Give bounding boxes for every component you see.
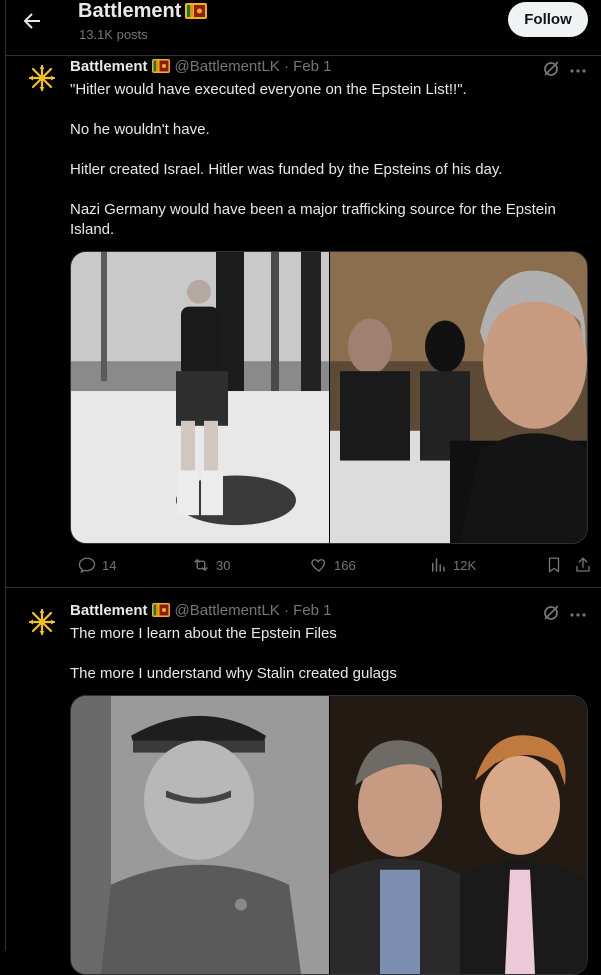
tweet-text-line: The more I understand why Stalin created… [70,665,397,682]
media-photo[interactable] [71,252,329,543]
reply-icon [78,557,96,573]
timeline-column: Battlement 13.1K posts Follow Battlement… [5,0,601,975]
views-button[interactable]: 12K [429,556,476,574]
author-handle[interactable]: @BattlementLK [175,58,280,75]
author-handle[interactable]: @BattlementLK [175,602,280,619]
arrow-left-icon[interactable] [20,9,44,33]
tweet-meta: Battlement @BattlementLK · Feb 1 [70,58,332,75]
repost-count: 30 [216,557,231,573]
like-icon [311,559,326,572]
tweet-meta: Battlement @BattlementLK · Feb 1 [70,602,332,619]
more-icon[interactable] [568,62,588,80]
tweet-text-line: "Hitler would have executed everyone on … [70,81,467,98]
tweet-media[interactable] [70,695,588,975]
like-button[interactable]: 166 [310,556,356,574]
tweet-date[interactable]: · Feb 1 [284,602,332,619]
views-count: 12K [453,557,477,573]
tweet-text-line: Nazi Germany would have been a major tra… [70,201,556,238]
post-count: 13.1K posts [79,27,148,42]
sri-lanka-flag-icon [185,3,208,19]
bookmark-icon[interactable] [545,556,563,574]
repost-icon [194,559,208,571]
author-name[interactable]: Battlement [70,602,148,619]
grok-icon[interactable] [542,60,560,78]
tweet-1[interactable]: Battlement @BattlementLK · Feb 1 "Hitler … [6,56,601,587]
page-title: Battlement [78,0,208,23]
avatar[interactable] [28,64,56,92]
grok-icon[interactable] [542,604,560,622]
reply-button[interactable]: 14 [78,556,116,574]
media-separator [329,696,330,974]
tweet-media[interactable] [70,251,588,544]
media-photo[interactable] [330,696,588,974]
author-name[interactable]: Battlement [70,58,148,75]
sri-lanka-flag-icon [151,603,170,617]
repost-button[interactable]: 30 [192,556,230,574]
tweet-text-line: No he wouldn't have. [70,121,210,138]
tweet-date[interactable]: · Feb 1 [284,58,332,75]
media-photo[interactable] [71,696,329,974]
like-count: 166 [334,557,356,573]
tweet-text-line: The more I learn about the Epstein Files [70,625,337,642]
profile-header: Battlement 13.1K posts Follow [6,0,601,55]
more-icon[interactable] [568,606,588,624]
tweet-actions: 14 30 166 12K [70,556,590,580]
share-icon[interactable] [574,556,592,574]
tweet-2[interactable]: Battlement @BattlementLK · Feb 1 The more… [6,600,601,975]
page-title-text: Battlement [78,0,182,22]
sri-lanka-flag-icon [151,59,170,73]
views-icon [432,558,445,572]
tweet-text-line: Hitler created Israel. Hitler was funded… [70,161,503,178]
media-separator [329,252,330,543]
avatar[interactable] [28,608,56,636]
follow-button[interactable]: Follow [508,2,588,37]
reply-count: 14 [102,557,117,573]
media-photo[interactable] [330,252,588,543]
tweet-divider [6,587,601,588]
